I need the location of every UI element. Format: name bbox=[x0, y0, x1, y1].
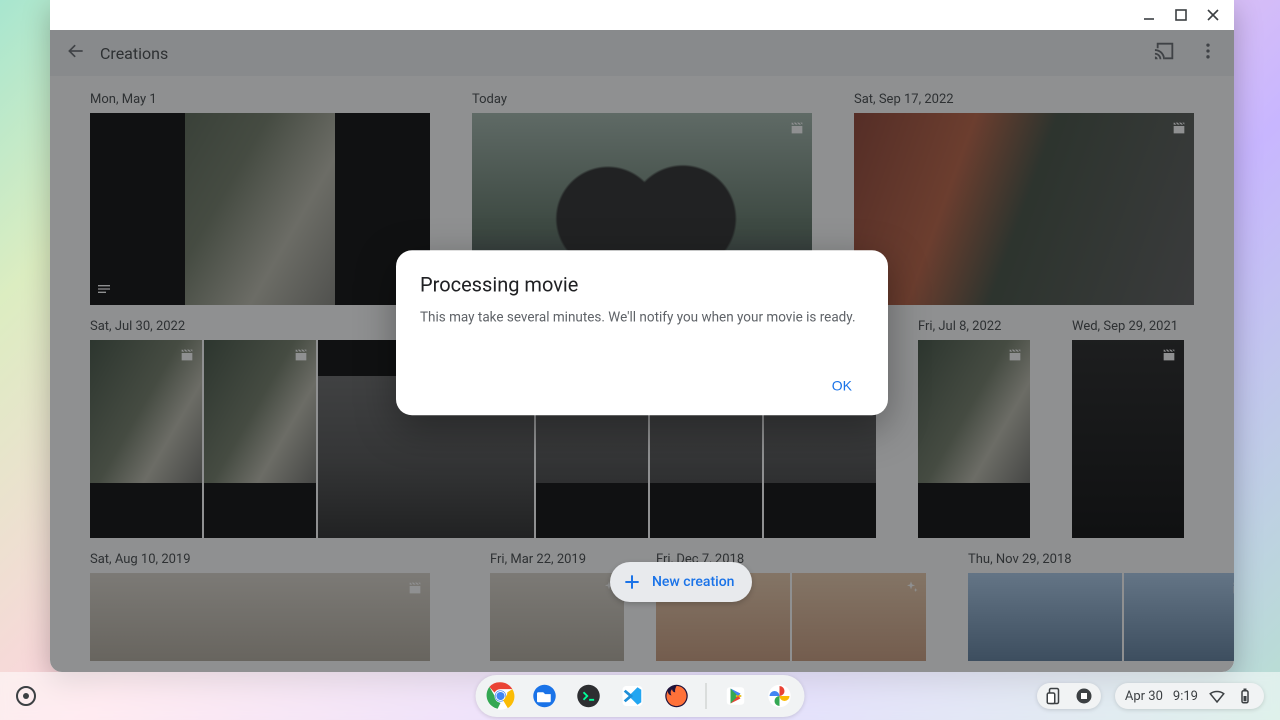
fab-label: New creation bbox=[652, 574, 734, 590]
plus-icon bbox=[622, 572, 642, 592]
chromeos-shelf: Apr 30 9:19 bbox=[0, 672, 1280, 720]
wifi-icon bbox=[1208, 687, 1226, 705]
shelf-apps bbox=[476, 675, 805, 717]
stop-icon[interactable] bbox=[1075, 687, 1093, 705]
window-maximize-button[interactable] bbox=[1174, 8, 1188, 22]
dialog-title: Processing movie bbox=[420, 272, 864, 296]
shelf-date: Apr 30 bbox=[1125, 689, 1163, 704]
window-titlebar bbox=[50, 0, 1234, 30]
files-icon[interactable] bbox=[528, 679, 562, 713]
terminal-icon[interactable] bbox=[572, 679, 606, 713]
window-close-button[interactable] bbox=[1206, 8, 1220, 22]
dialog-body: This may take several minutes. We'll not… bbox=[420, 308, 864, 327]
new-creation-fab[interactable]: New creation bbox=[610, 562, 752, 602]
processing-movie-dialog: Processing movie This may take several m… bbox=[396, 250, 888, 415]
play-store-icon[interactable] bbox=[719, 679, 753, 713]
launcher-button[interactable] bbox=[16, 686, 36, 706]
dialog-ok-button[interactable]: OK bbox=[820, 369, 864, 401]
battery-icon bbox=[1236, 687, 1254, 705]
shelf-divider bbox=[706, 683, 707, 709]
firefox-icon[interactable] bbox=[660, 679, 694, 713]
app-window: Creations Mon, May 1 Today bbox=[50, 0, 1234, 672]
chrome-icon[interactable] bbox=[484, 679, 518, 713]
phone-hub-icon[interactable] bbox=[1045, 687, 1063, 705]
shelf-time: 9:19 bbox=[1173, 689, 1198, 704]
photos-icon[interactable] bbox=[763, 679, 797, 713]
window-minimize-button[interactable] bbox=[1142, 8, 1156, 22]
shelf-status-area[interactable]: Apr 30 9:19 bbox=[1037, 683, 1264, 709]
vscode-icon[interactable] bbox=[616, 679, 650, 713]
